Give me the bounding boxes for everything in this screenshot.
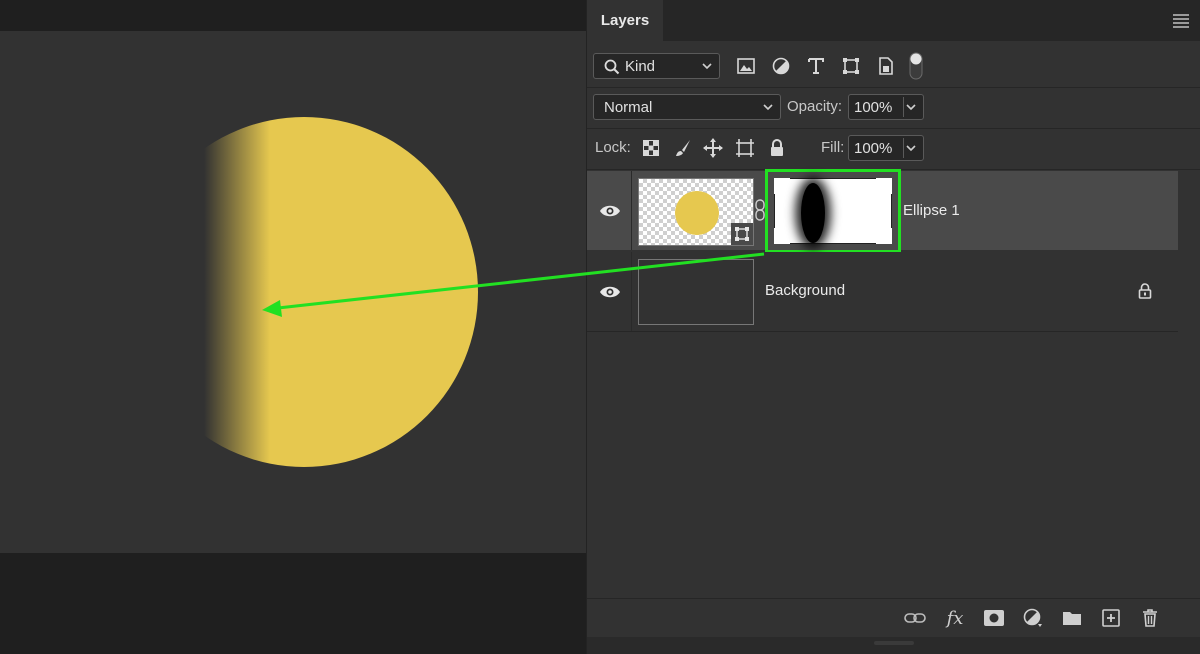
filter-toggle-icon[interactable] bbox=[907, 52, 925, 80]
lock-row: Lock: Fill: 100% bbox=[587, 129, 1200, 169]
document-canvas[interactable] bbox=[0, 31, 586, 553]
filter-kind-value: Kind bbox=[625, 57, 656, 75]
lock-icon[interactable] bbox=[1138, 283, 1152, 299]
ellipse-shape[interactable] bbox=[130, 117, 478, 467]
blend-mode-dropdown[interactable]: Normal bbox=[593, 94, 781, 120]
add-mask-icon[interactable] bbox=[982, 607, 1006, 629]
chevron-down-icon bbox=[702, 63, 712, 70]
layers-bottom-toolbar: fx bbox=[587, 598, 1200, 637]
mask-gradient bbox=[801, 183, 825, 243]
link-chain-icon[interactable] bbox=[755, 199, 765, 221]
shape-filter-icon[interactable] bbox=[840, 55, 862, 77]
layer-thumbnail[interactable] bbox=[638, 178, 754, 246]
layer-thumbnail[interactable] bbox=[638, 259, 754, 325]
filter-kind-dropdown[interactable]: Kind bbox=[593, 53, 720, 79]
blend-row: Normal Opacity: 100% bbox=[587, 88, 1200, 128]
fx-icon[interactable]: fx bbox=[943, 607, 967, 629]
image-filter-icon[interactable] bbox=[735, 55, 757, 77]
lock-image-pixels-icon[interactable] bbox=[672, 137, 694, 159]
shape-layer-badge-icon bbox=[731, 223, 753, 245]
adjustment-layer-icon[interactable] bbox=[1021, 607, 1045, 629]
chevron-down-icon[interactable] bbox=[905, 100, 917, 114]
opacity-field[interactable]: 100% bbox=[848, 94, 924, 120]
panel-menu-icon[interactable] bbox=[1173, 14, 1189, 28]
search-icon bbox=[604, 59, 620, 75]
new-layer-icon[interactable] bbox=[1099, 607, 1123, 629]
canvas-bottom-strip bbox=[0, 553, 586, 654]
blend-mode-value: Normal bbox=[604, 98, 653, 116]
layer-row-background[interactable]: Background bbox=[587, 252, 1178, 331]
visibility-toggle[interactable] bbox=[587, 252, 632, 331]
opacity-value: 100% bbox=[854, 98, 893, 116]
canvas-top-strip bbox=[0, 0, 586, 31]
layers-panel: Layers Kind Normal Opacity: 100% Lock: F… bbox=[586, 0, 1200, 654]
fill-field[interactable]: 100% bbox=[848, 135, 924, 161]
lock-label: Lock: bbox=[595, 139, 631, 156]
lock-position-icon[interactable] bbox=[702, 137, 724, 159]
opacity-label: Opacity: bbox=[787, 98, 843, 115]
smart-object-filter-icon[interactable] bbox=[875, 55, 897, 77]
fill-value: 100% bbox=[854, 139, 893, 157]
layer-name[interactable]: Ellipse 1 bbox=[903, 202, 960, 219]
new-group-icon[interactable] bbox=[1060, 607, 1084, 629]
layer-row-ellipse-1[interactable]: Ellipse 1 bbox=[587, 169, 1178, 253]
filter-row: Kind bbox=[587, 41, 1200, 87]
link-layers-icon[interactable] bbox=[903, 607, 927, 629]
delete-layer-icon[interactable] bbox=[1138, 607, 1162, 629]
panel-tab-bar: Layers bbox=[587, 0, 1200, 41]
type-filter-icon[interactable] bbox=[805, 55, 827, 77]
visibility-toggle[interactable] bbox=[587, 171, 632, 250]
eye-icon[interactable] bbox=[599, 204, 621, 218]
layer-mask-thumbnail[interactable] bbox=[774, 178, 892, 244]
resize-grip[interactable] bbox=[874, 641, 914, 645]
fill-label: Fill: bbox=[821, 139, 845, 156]
lock-all-icon[interactable] bbox=[766, 137, 788, 159]
mask-highlight-box bbox=[765, 169, 901, 253]
chevron-down-icon[interactable] bbox=[905, 141, 917, 155]
adjustment-filter-icon[interactable] bbox=[770, 55, 792, 77]
lock-artboard-icon[interactable] bbox=[734, 137, 756, 159]
chevron-down-icon bbox=[763, 104, 773, 111]
lock-transparent-pixels-icon[interactable] bbox=[640, 137, 662, 159]
thumbnail-ellipse bbox=[675, 191, 719, 235]
tab-layers[interactable]: Layers bbox=[587, 0, 663, 41]
layer-name[interactable]: Background bbox=[765, 282, 845, 299]
panel-resize-strip[interactable] bbox=[587, 637, 1200, 654]
eye-icon[interactable] bbox=[599, 285, 621, 299]
